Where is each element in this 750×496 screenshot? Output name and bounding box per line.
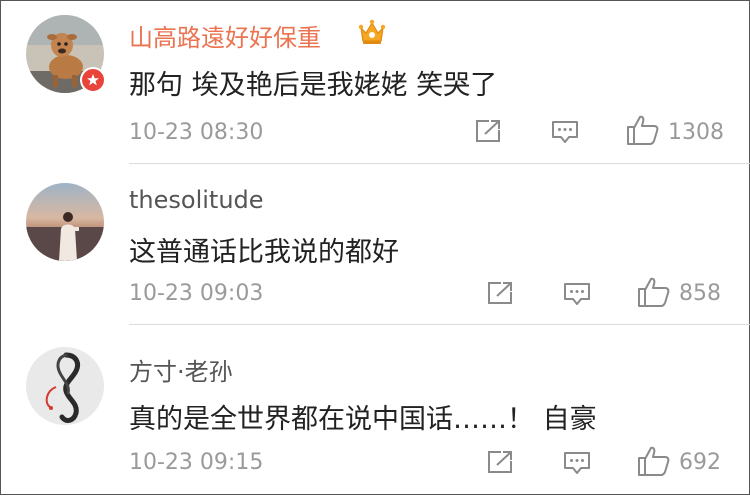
comment-item: 方寸·老孙 真的是全世界都在说中国话……！ 自豪 10-23 09:15 692 bbox=[1, 325, 750, 496]
share-icon[interactable] bbox=[487, 280, 515, 306]
avatar[interactable] bbox=[26, 347, 104, 425]
comment-text: 真的是全世界都在说中国话……！ 自豪 bbox=[129, 404, 597, 435]
like-count: 858 bbox=[679, 281, 721, 306]
comment-icon[interactable] bbox=[551, 120, 579, 146]
share-icon[interactable] bbox=[487, 449, 515, 475]
comment-text: 那句 埃及艳后是我姥姥 笑哭了 bbox=[129, 70, 498, 101]
like-icon[interactable] bbox=[637, 445, 671, 477]
avatar[interactable] bbox=[26, 183, 104, 261]
username[interactable]: 山高路遠好好保重 bbox=[129, 18, 321, 53]
comment-icon[interactable] bbox=[563, 282, 591, 308]
like-icon[interactable] bbox=[637, 276, 671, 308]
like-count: 1308 bbox=[668, 120, 724, 145]
username[interactable]: 方寸·老孙 bbox=[129, 352, 233, 387]
comment-time: 10-23 09:03 bbox=[129, 281, 264, 306]
comment-icon[interactable] bbox=[563, 451, 591, 477]
like-count: 692 bbox=[679, 450, 721, 475]
comment-time: 10-23 08:30 bbox=[129, 120, 264, 145]
comment-item: thesolitude 这普通话比我说的都好 10-23 09:03 858 bbox=[1, 164, 750, 325]
comment-time: 10-23 09:15 bbox=[129, 450, 264, 475]
comment-list: 山高路遠好好保重 那句 埃及艳后是我姥姥 笑哭了 10-23 08:30 130… bbox=[0, 0, 750, 495]
comment-text: 这普通话比我说的都好 bbox=[129, 237, 399, 268]
like-icon[interactable] bbox=[626, 114, 660, 146]
verified-badge-icon bbox=[80, 67, 106, 93]
share-icon[interactable] bbox=[475, 118, 503, 144]
crown-icon bbox=[358, 19, 386, 44]
username[interactable]: thesolitude bbox=[129, 186, 264, 214]
comment-item: 山高路遠好好保重 那句 埃及艳后是我姥姥 笑哭了 10-23 08:30 130… bbox=[1, 1, 750, 164]
